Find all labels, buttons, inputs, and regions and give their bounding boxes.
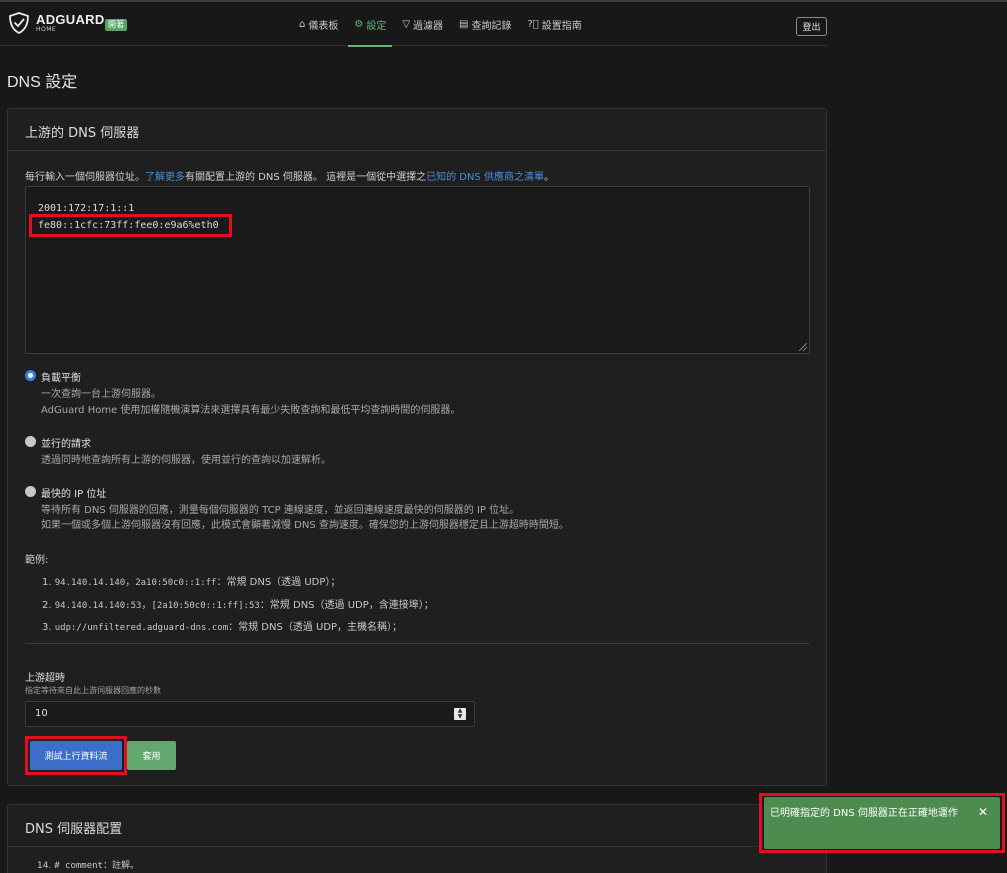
nav-label: 儀表板 xyxy=(308,20,339,32)
intro-text: 。 xyxy=(543,172,554,183)
upstream-intro: 每行輸入一個伺服器位址。了解更多有關配置上游的 DNS 伺服器。 這裡是一個從中… xyxy=(25,168,554,183)
nav-label: 過濾器 xyxy=(413,20,444,32)
status-badge: 開著 xyxy=(105,19,127,31)
nav-label: 設定 xyxy=(366,20,387,32)
example-num: 3. xyxy=(42,622,52,633)
config-line: 14. # comment：註解。 xyxy=(37,858,139,871)
radio-unselected[interactable] xyxy=(25,436,36,447)
logout-button[interactable]: 登出 xyxy=(796,17,827,36)
main-nav: ⌂ 儀表板 ⚙ 設定 ▽ 過濾器 ▤ 查詢記錄 ?⃝ 設置指南 xyxy=(293,2,592,47)
dns-server-config-card: DNS 伺服器配置 14. # comment：註解。 xyxy=(7,804,827,873)
radio-unselected[interactable] xyxy=(25,486,36,497)
example-code: 94.140.14.140:53 xyxy=(54,601,142,611)
apply-button[interactable]: 套用 xyxy=(127,741,176,770)
number-spinner[interactable]: ▲ ▼ xyxy=(454,708,466,720)
upstream-dns-card: 上游的 DNS 伺服器 每行輸入一個伺服器位址。了解更多有關配置上游的 DNS … xyxy=(7,108,827,786)
nav-filters[interactable]: ▽ 過濾器 xyxy=(396,2,449,46)
example-item: 3. udp://unfiltered.adguard-dns.com：常規 D… xyxy=(42,618,402,633)
test-upstream-button[interactable]: 測試上行資料流 xyxy=(30,741,122,770)
home-icon: ⌂ xyxy=(299,18,306,30)
example-sep: ， xyxy=(141,600,152,611)
known-providers-link[interactable]: 已知的 DNS 供應商之清單 xyxy=(426,172,544,183)
card-title: 上游的 DNS 伺服器 xyxy=(8,109,826,151)
filter-icon: ▽ xyxy=(402,18,411,30)
example-text: ：常規 DNS（透過 UDP）； xyxy=(216,577,341,588)
radio-label: 最快的 IP 位址 xyxy=(41,489,107,500)
intro-text: 有關配置上游的 DNS 伺服器。 這裡是一個從中選擇之 xyxy=(185,172,427,183)
line-num: 14. xyxy=(37,861,52,871)
radio-desc: 如果一個或多個上游伺服器沒有回應，此模式會顯著減慢 DNS 查詢速度。確保您的上… xyxy=(41,520,569,531)
radio-desc: 等待所有 DNS 伺服器的回應，測量每個伺服器的 TCP 連線速度，並返回連線速… xyxy=(41,505,520,516)
nav-dashboard[interactable]: ⌂ 儀表板 xyxy=(293,2,344,46)
timeout-value: 10 xyxy=(35,708,48,719)
upstream-servers-textarea[interactable]: 2001:172:17:1::1 fe80::1cfc:73ff:fee0:e9… xyxy=(25,186,810,354)
learn-more-link[interactable]: 了解更多 xyxy=(145,172,185,183)
example-code: udp://unfiltered.adguard-dns.com xyxy=(54,623,229,633)
brand-name: ADGUARD xyxy=(36,12,105,27)
success-toast: 已明確指定的 DNS 伺服器正在正確地運作 ✕ xyxy=(764,797,1000,849)
example-sep: ， xyxy=(125,577,136,588)
nav-settings[interactable]: ⚙ 設定 xyxy=(348,2,393,47)
server-line: fe80::1cfc:73ff:fee0:e9a6%eth0 xyxy=(38,220,219,231)
timeout-hint: 指定等待來自此上游伺服器回應的秒數 xyxy=(25,686,161,695)
nav-label: 查詢記錄 xyxy=(471,20,512,32)
radio-desc: 一次查詢一台上游伺服器。 xyxy=(41,389,161,400)
timeout-input[interactable]: 10 ▲ ▼ xyxy=(25,701,475,727)
close-icon[interactable]: ✕ xyxy=(978,805,988,820)
nav-label: 設置指南 xyxy=(541,20,582,32)
header: ADGUARD HOME 開著 ⌂ 儀表板 ⚙ 設定 ▽ 過濾器 ▤ 查詢記錄 … xyxy=(0,2,827,47)
resize-handle[interactable] xyxy=(799,343,807,351)
example-item: 2. 94.140.14.140:53，[2a10:50c0::1:ff]:53… xyxy=(42,596,434,611)
example-code: 2a10:50c0::1:ff xyxy=(135,578,217,588)
example-code: [2a10:50c0::1:ff]:53 xyxy=(151,601,260,611)
nav-query-log[interactable]: ▤ 查詢記錄 xyxy=(453,2,517,46)
example-text: ：常規 DNS（透過 UDP，主機名稱）； xyxy=(228,622,403,633)
card-title: DNS 伺服器配置 xyxy=(8,805,826,847)
radio-label: 並行的請求 xyxy=(41,439,91,450)
divider xyxy=(25,643,810,644)
example-num: 2. xyxy=(42,600,52,611)
shield-logo-icon xyxy=(9,12,29,35)
log-icon: ▤ xyxy=(459,18,469,30)
page-title: DNS 設定 xyxy=(7,74,78,91)
example-num: 1. xyxy=(42,577,52,588)
nav-setup-guide[interactable]: ?⃝ 設置指南 xyxy=(521,2,587,46)
example-code: 94.140.14.140 xyxy=(54,578,126,588)
toast-message: 已明確指定的 DNS 伺服器正在正確地運作 xyxy=(770,808,958,819)
logo[interactable]: ADGUARD HOME xyxy=(7,11,105,35)
brand-sub: HOME xyxy=(36,26,57,33)
line-code: # comment xyxy=(54,861,103,871)
line-text: ：註解。 xyxy=(102,861,139,871)
intro-text: 每行輸入一個伺服器位址。 xyxy=(25,172,145,183)
timeout-label: 上游超時 xyxy=(25,673,65,684)
radio-label: 負載平衡 xyxy=(41,373,81,384)
server-line: 2001:172:17:1::1 xyxy=(38,203,135,214)
radio-desc: 透過同時地查詢所有上游的伺服器，使用並行的查詢以加速解析。 xyxy=(41,455,331,466)
help-icon: ?⃝ xyxy=(527,18,539,30)
radio-desc: AdGuard Home 使用加權隨機演算法來選擇具有最少失敗查詢和最低平均查詢… xyxy=(41,405,461,416)
examples-title: 範例: xyxy=(25,555,49,566)
example-item: 1. 94.140.14.140，2a10:50c0::1:ff：常規 DNS（… xyxy=(42,573,340,588)
radio-selected[interactable] xyxy=(25,370,36,381)
example-text: ：常規 DNS（透過 UDP，含連接埠）； xyxy=(259,600,434,611)
gear-icon: ⚙ xyxy=(354,18,364,30)
